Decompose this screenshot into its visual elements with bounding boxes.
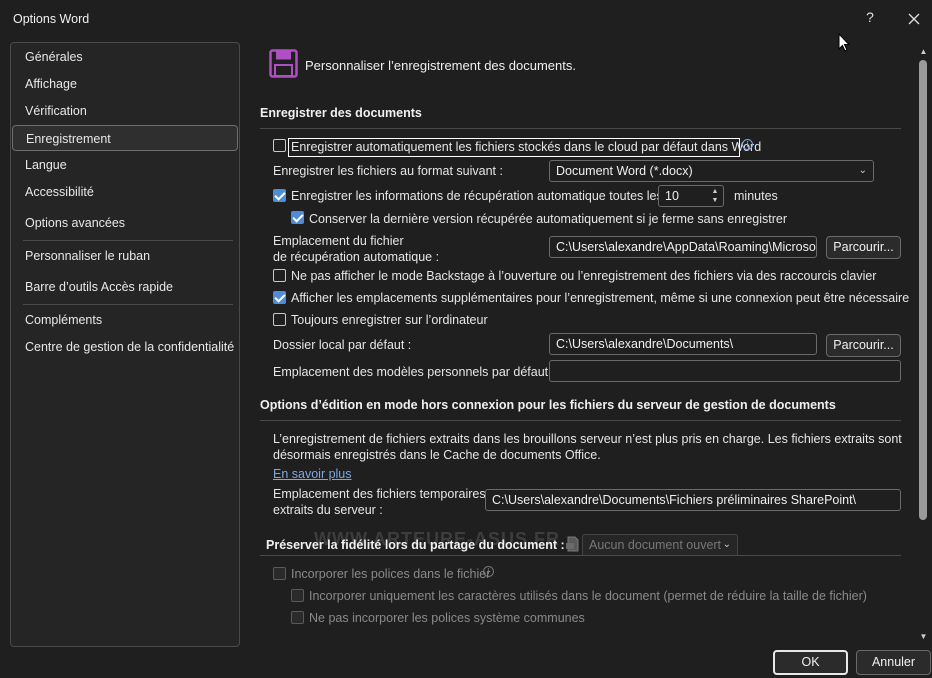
- chevron-down-icon: ⌄: [722, 539, 731, 550]
- section-divider: [260, 420, 901, 421]
- sidebar-item-barre-outils[interactable]: Barre d’outils Accès rapide: [12, 274, 238, 300]
- autorecover-location-label-1: Emplacement du fichier: [273, 234, 404, 248]
- sidebar-item-langue[interactable]: Langue: [12, 152, 238, 178]
- fidelity-document-select[interactable]: Aucun document ouvert ⌄: [582, 534, 738, 556]
- offline-info-line-2: désormais enregistrés dans le Cache de d…: [273, 448, 601, 462]
- content-panel: Personnaliser l’enregistrement des docum…: [248, 42, 916, 647]
- no-system-fonts-checkbox[interactable]: [291, 611, 304, 624]
- embed-used-only-checkbox[interactable]: [291, 589, 304, 602]
- temp-location-label-2: extraits du serveur :: [273, 503, 383, 517]
- local-folder-input[interactable]: C:\Users\alexandre\Documents\: [549, 333, 817, 355]
- sidebar-item-enregistrement[interactable]: Enregistrement: [12, 125, 238, 151]
- format-select[interactable]: Document Word (*.docx) ⌄: [549, 160, 874, 182]
- sidebar-divider: [23, 240, 233, 241]
- always-local-label: Toujours enregistrer sur l’ordinateur: [291, 313, 488, 327]
- autosave-cloud-label: Enregistrer automatiquement les fichiers…: [291, 140, 762, 154]
- keep-last-checkbox[interactable]: [291, 211, 304, 224]
- no-system-fonts-label: Ne pas incorporer les polices système co…: [309, 611, 585, 625]
- section-title-save: Enregistrer des documents: [260, 106, 422, 120]
- learn-more-link[interactable]: En savoir plus: [273, 467, 352, 481]
- temp-location-label-1: Emplacement des fichiers temporaires: [273, 487, 486, 501]
- section-title-fidelity: Préserver la fidélité lors du partage du…: [266, 538, 565, 552]
- local-folder-browse-button[interactable]: Parcourir...: [826, 334, 901, 357]
- close-icon[interactable]: [903, 8, 925, 30]
- stepper-arrows-icon[interactable]: ▲ ▼: [710, 187, 720, 205]
- save-floppy-icon: [269, 49, 298, 78]
- info-icon[interactable]: i: [483, 566, 494, 577]
- document-icon: [566, 536, 579, 552]
- no-backstage-checkbox[interactable]: [273, 269, 286, 282]
- page-title: Personnaliser l’enregistrement des docum…: [305, 58, 576, 73]
- sidebar-item-options-avancees[interactable]: Options avancées: [12, 210, 238, 236]
- help-button[interactable]: ?: [862, 9, 878, 27]
- section-divider: [260, 555, 901, 556]
- sidebar: Générales Affichage Vérification Enregis…: [10, 42, 240, 647]
- offline-info-line-1: L’enregistrement de fichiers extraits da…: [273, 432, 902, 446]
- templates-location-label: Emplacement des modèles personnels par d…: [273, 365, 556, 379]
- info-icon[interactable]: i: [742, 139, 753, 150]
- format-select-value: Document Word (*.docx): [556, 164, 693, 178]
- section-title-offline: Options d’édition en mode hors connexion…: [260, 398, 836, 412]
- section-divider: [260, 128, 901, 129]
- sidebar-item-verification[interactable]: Vérification: [12, 98, 238, 124]
- no-backstage-label: Ne pas afficher le mode Backstage à l’ou…: [291, 269, 877, 283]
- sidebar-item-complements[interactable]: Compléments: [12, 307, 238, 333]
- embed-fonts-label: Incorporer les polices dans le fichier: [291, 567, 491, 581]
- sidebar-divider: [23, 304, 233, 305]
- autosave-cloud-checkbox[interactable]: [273, 139, 286, 152]
- embed-fonts-checkbox[interactable]: [273, 567, 286, 580]
- sidebar-item-generales[interactable]: Générales: [12, 44, 238, 70]
- extra-locations-checkbox[interactable]: [273, 291, 286, 304]
- format-label: Enregistrer les fichiers au format suiva…: [273, 164, 503, 178]
- temp-location-input[interactable]: C:\Users\alexandre\Documents\Fichiers pr…: [485, 489, 901, 511]
- ok-button[interactable]: OK: [773, 650, 848, 675]
- autorecover-browse-button[interactable]: Parcourir...: [826, 236, 901, 259]
- sidebar-item-personnaliser-ruban[interactable]: Personnaliser le ruban: [12, 243, 238, 269]
- embed-used-only-label: Incorporer uniquement les caractères uti…: [309, 589, 867, 603]
- cancel-button[interactable]: Annuler: [856, 650, 931, 675]
- scroll-up-icon[interactable]: ▲: [919, 48, 928, 56]
- autorecover-minutes-stepper[interactable]: 10 ▲ ▼: [658, 185, 724, 207]
- scroll-down-icon[interactable]: ▼: [919, 633, 928, 641]
- title-bar: Options Word ?: [0, 0, 932, 38]
- fidelity-document-value: Aucun document ouvert: [589, 538, 722, 552]
- local-folder-label: Dossier local par défaut :: [273, 338, 412, 352]
- scrollbar[interactable]: ▲ ▼: [916, 42, 930, 647]
- autorecover-minutes-value: 10: [665, 189, 679, 203]
- autorecover-checkbox[interactable]: [273, 189, 286, 202]
- chevron-down-icon: ⌄: [858, 165, 867, 176]
- autorecover-location-label-2: de récupération automatique :: [273, 250, 440, 264]
- autorecover-unit: minutes: [734, 189, 778, 203]
- extra-locations-label: Afficher les emplacements supplémentaire…: [291, 291, 910, 305]
- sidebar-item-accessibilite[interactable]: Accessibilité: [12, 179, 238, 205]
- sidebar-item-affichage[interactable]: Affichage: [12, 71, 238, 97]
- scrollbar-thumb[interactable]: [919, 60, 927, 520]
- autorecover-label: Enregistrer les informations de récupéra…: [291, 189, 663, 203]
- keep-last-label: Conserver la dernière version récupérée …: [309, 212, 788, 226]
- templates-location-input[interactable]: [549, 360, 901, 382]
- window-title: Options Word: [13, 12, 90, 26]
- sidebar-item-centre-confidentialite[interactable]: Centre de gestion de la confidentialité: [12, 334, 238, 360]
- always-local-checkbox[interactable]: [273, 313, 286, 326]
- autorecover-location-input[interactable]: C:\Users\alexandre\AppData\Roaming\Micro…: [549, 236, 817, 258]
